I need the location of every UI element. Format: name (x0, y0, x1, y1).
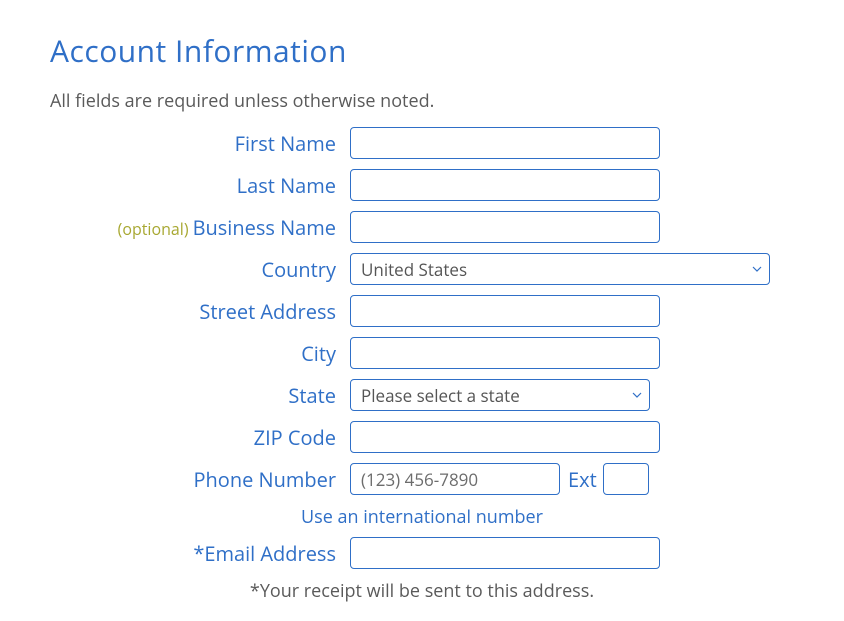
section-subtitle: All fields are required unless otherwise… (50, 89, 794, 113)
city-label: City (50, 340, 350, 367)
international-number-link[interactable]: Use an international number (301, 505, 543, 529)
street-label: Street Address (50, 298, 350, 325)
phone-label: Phone Number (50, 466, 350, 493)
last-name-label: Last Name (50, 172, 350, 199)
email-input[interactable] (350, 537, 660, 569)
business-name-label: (optional)Business Name (50, 214, 350, 241)
business-name-label-text: Business Name (193, 214, 336, 241)
zip-label: ZIP Code (50, 424, 350, 451)
section-title: Account Information (50, 30, 794, 71)
first-name-input[interactable] (350, 127, 660, 159)
optional-tag: (optional) (118, 218, 189, 240)
first-name-label: First Name (50, 130, 350, 157)
ext-label: Ext (568, 466, 597, 493)
ext-input[interactable] (603, 463, 649, 495)
street-input[interactable] (350, 295, 660, 327)
state-select[interactable]: Please select a state (350, 379, 650, 411)
account-form: First Name Last Name (optional)Business … (50, 127, 794, 603)
last-name-input[interactable] (350, 169, 660, 201)
business-name-input[interactable] (350, 211, 660, 243)
state-label: State (50, 382, 350, 409)
country-select[interactable]: United States (350, 253, 770, 285)
country-label: Country (50, 256, 350, 283)
receipt-note: *Your receipt will be sent to this addre… (250, 579, 594, 603)
phone-input[interactable] (350, 463, 560, 495)
city-input[interactable] (350, 337, 660, 369)
email-label: *Email Address (50, 540, 350, 567)
zip-input[interactable] (350, 421, 660, 453)
